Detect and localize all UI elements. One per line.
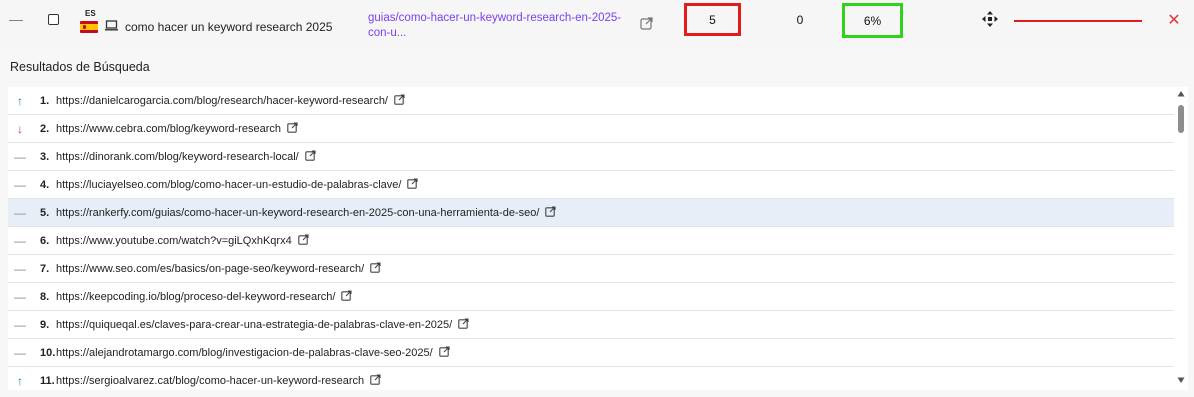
result-rank: 7. <box>40 262 50 275</box>
result-url-wrap: https://quiqueqal.es/claves-para-crear-u… <box>56 311 469 339</box>
scrollbar[interactable] <box>1174 87 1188 390</box>
trend-up-icon: ↑ <box>17 93 23 108</box>
result-url-link[interactable]: https://quiqueqal.es/claves-para-crear-u… <box>56 319 452 331</box>
keyword-text: como hacer un keyword research 2025 <box>125 20 333 34</box>
result-row[interactable]: — 5. https://rankerfy.com/guias/como-hacer… <box>8 199 1174 227</box>
trend-flat-icon: — <box>14 149 26 164</box>
results-panel: ↑ 1. https://danielcarogarcia.com/blog/res… <box>8 87 1188 390</box>
external-link-icon[interactable] <box>407 177 419 189</box>
result-row[interactable]: — 8. https://keepcoding.io/blog/proceso-de… <box>8 283 1174 311</box>
result-rank: 11. <box>40 374 55 387</box>
result-url-link[interactable]: https://danielcarogarcia.com/blog/resear… <box>56 95 388 107</box>
result-url-link[interactable]: https://dinorank.com/blog/keyword-resear… <box>56 151 299 163</box>
result-url-link[interactable]: https://rankerfy.com/guias/como-hacer-un… <box>56 207 539 219</box>
result-url-wrap: https://alejandrotamargo.com/blog/invest… <box>56 339 450 367</box>
result-url-wrap: https://dinorank.com/blog/keyword-resear… <box>56 143 316 171</box>
trend-flat-icon: — <box>14 345 26 360</box>
result-url-link[interactable]: https://www.cebra.com/blog/keyword-resea… <box>56 123 281 135</box>
external-link-icon[interactable] <box>458 317 469 329</box>
result-rank: 10. <box>40 346 56 359</box>
scroll-up-icon[interactable] <box>1177 90 1185 98</box>
external-link-icon[interactable] <box>370 261 381 273</box>
result-url-link[interactable]: https://sergioalvarez.cat/blog/como-hace… <box>56 375 364 387</box>
external-link-icon[interactable] <box>370 373 381 385</box>
result-rank: 3. <box>40 150 50 163</box>
result-row[interactable]: — 9. https://quiqueqal.es/claves-para-crea… <box>8 311 1174 339</box>
result-url-link[interactable]: https://keepcoding.io/blog/proceso-del-k… <box>56 291 335 303</box>
result-url-wrap: https://rankerfy.com/guias/como-hacer-un… <box>56 199 556 227</box>
scroll-down-icon[interactable] <box>1177 376 1185 384</box>
trend-flat-icon: — <box>14 205 26 220</box>
external-link-icon[interactable] <box>287 121 298 133</box>
scroll-thumb[interactable] <box>1178 105 1184 133</box>
spain-flag-icon <box>80 21 98 33</box>
result-url-wrap: https://www.cebra.com/blog/keyword-resea… <box>56 115 298 143</box>
result-rank: 1. <box>40 94 50 107</box>
result-rank: 6. <box>40 234 50 247</box>
laptop-icon <box>105 20 118 31</box>
trend-flat-icon: — <box>14 289 26 304</box>
external-link-icon[interactable] <box>297 233 309 245</box>
result-row[interactable]: ↑ 1. https://danielcarogarcia.com/blog/res… <box>8 87 1174 115</box>
position-value: 5 <box>684 3 741 36</box>
result-row[interactable]: — 7. https://www.seo.com/es/basics/on-page… <box>8 255 1174 283</box>
collapse-toggle[interactable]: — <box>9 11 23 27</box>
result-url-wrap: https://luciayelseo.com/blog/como-hacer-… <box>56 171 419 199</box>
external-link-icon[interactable] <box>545 205 556 217</box>
trend-up-icon: ↑ <box>17 373 23 388</box>
trend-sparkline <box>1014 20 1142 22</box>
language-code: ES <box>85 9 96 18</box>
result-url-wrap: https://www.youtube.com/watch?v=giLQxhKq… <box>56 227 309 255</box>
result-rank: 5. <box>40 206 50 219</box>
result-row[interactable]: ↑ 11. https://sergioalvarez.cat/blog/como-… <box>8 367 1174 390</box>
external-link-icon[interactable] <box>640 17 653 30</box>
external-link-icon[interactable] <box>438 345 450 357</box>
trend-flat-icon: — <box>14 261 26 276</box>
external-link-icon[interactable] <box>341 289 352 301</box>
result-row[interactable]: — 10. https://alejandrotamargo.com/blog/in… <box>8 339 1174 367</box>
result-rank: 9. <box>40 318 50 331</box>
result-rank: 2. <box>40 122 50 135</box>
move-icon[interactable] <box>982 11 998 27</box>
result-url-link[interactable]: https://www.youtube.com/watch?v=giLQxhKq… <box>56 235 292 247</box>
trend-down-icon: ↓ <box>17 121 23 136</box>
trend-flat-icon: — <box>14 177 26 192</box>
result-url-link[interactable]: https://www.seo.com/es/basics/on-page-se… <box>56 263 364 275</box>
result-row[interactable]: — 6. https://www.youtube.com/watch?v=giLQx… <box>8 227 1174 255</box>
result-url-link[interactable]: https://alejandrotamargo.com/blog/invest… <box>56 347 433 359</box>
result-rank: 8. <box>40 290 50 303</box>
result-url-link[interactable]: https://luciayelseo.com/blog/como-hacer-… <box>56 179 401 191</box>
result-row[interactable]: ↓ 2. https://www.cebra.com/blog/keyword-re… <box>8 115 1174 143</box>
close-icon[interactable]: ✕ <box>1167 13 1181 29</box>
result-url-wrap: https://sergioalvarez.cat/blog/como-hace… <box>56 367 381 391</box>
trend-flat-icon: — <box>14 233 26 248</box>
result-url-wrap: https://danielcarogarcia.com/blog/resear… <box>56 87 405 115</box>
result-row[interactable]: — 4. https://luciayelseo.com/blog/como-hac… <box>8 171 1174 199</box>
visibility-percent: 6% <box>842 3 903 38</box>
results-list: ↑ 1. https://danielcarogarcia.com/blog/res… <box>8 87 1174 390</box>
external-link-icon[interactable] <box>304 149 316 161</box>
trend-flat-icon: — <box>14 317 26 332</box>
result-row[interactable]: — 3. https://dinorank.com/blog/keyword-res… <box>8 143 1174 171</box>
row-checkbox[interactable] <box>48 14 59 25</box>
external-link-icon[interactable] <box>394 93 405 105</box>
result-rank: 4. <box>40 178 50 191</box>
keyword-row: — ES como hacer un keyword research 2025… <box>0 0 1194 48</box>
result-url-wrap: https://www.seo.com/es/basics/on-page-se… <box>56 255 381 283</box>
position-change: 0 <box>796 13 804 27</box>
language-indicator: ES <box>80 9 100 37</box>
result-url-wrap: https://keepcoding.io/blog/proceso-del-k… <box>56 283 352 311</box>
ranking-url-link[interactable]: guias/como-hacer-un-keyword-research-en-… <box>368 11 626 41</box>
results-title: Resultados de Búsqueda <box>10 60 150 74</box>
